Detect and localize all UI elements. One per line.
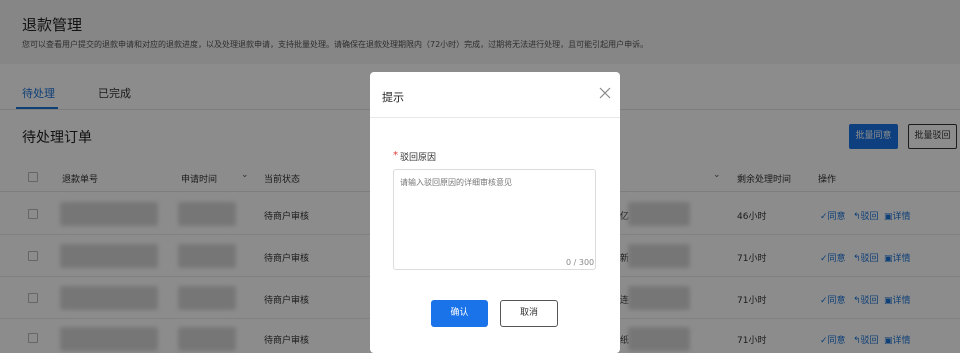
reject-reason-label: 驳回原因 [400,153,437,163]
refund-management-page: 退款管理 您可以查看用户提交的退款申请和对应的退款进度，以及处理退款申请，支持批… [0,0,960,353]
cancel-button[interactable]: 取消 [500,300,558,327]
dialog-header: 提示 [370,72,620,118]
required-mark: * [393,150,398,161]
reject-reason-textarea[interactable] [393,169,596,270]
character-counter: 0 / 300 [566,258,595,267]
confirm-button[interactable]: 确认 [431,300,488,327]
reject-reason-dialog: 提示 * 驳回原因 0 / 300 确认 取消 [370,72,620,353]
close-icon[interactable] [598,86,612,100]
dialog-title: 提示 [382,91,404,104]
